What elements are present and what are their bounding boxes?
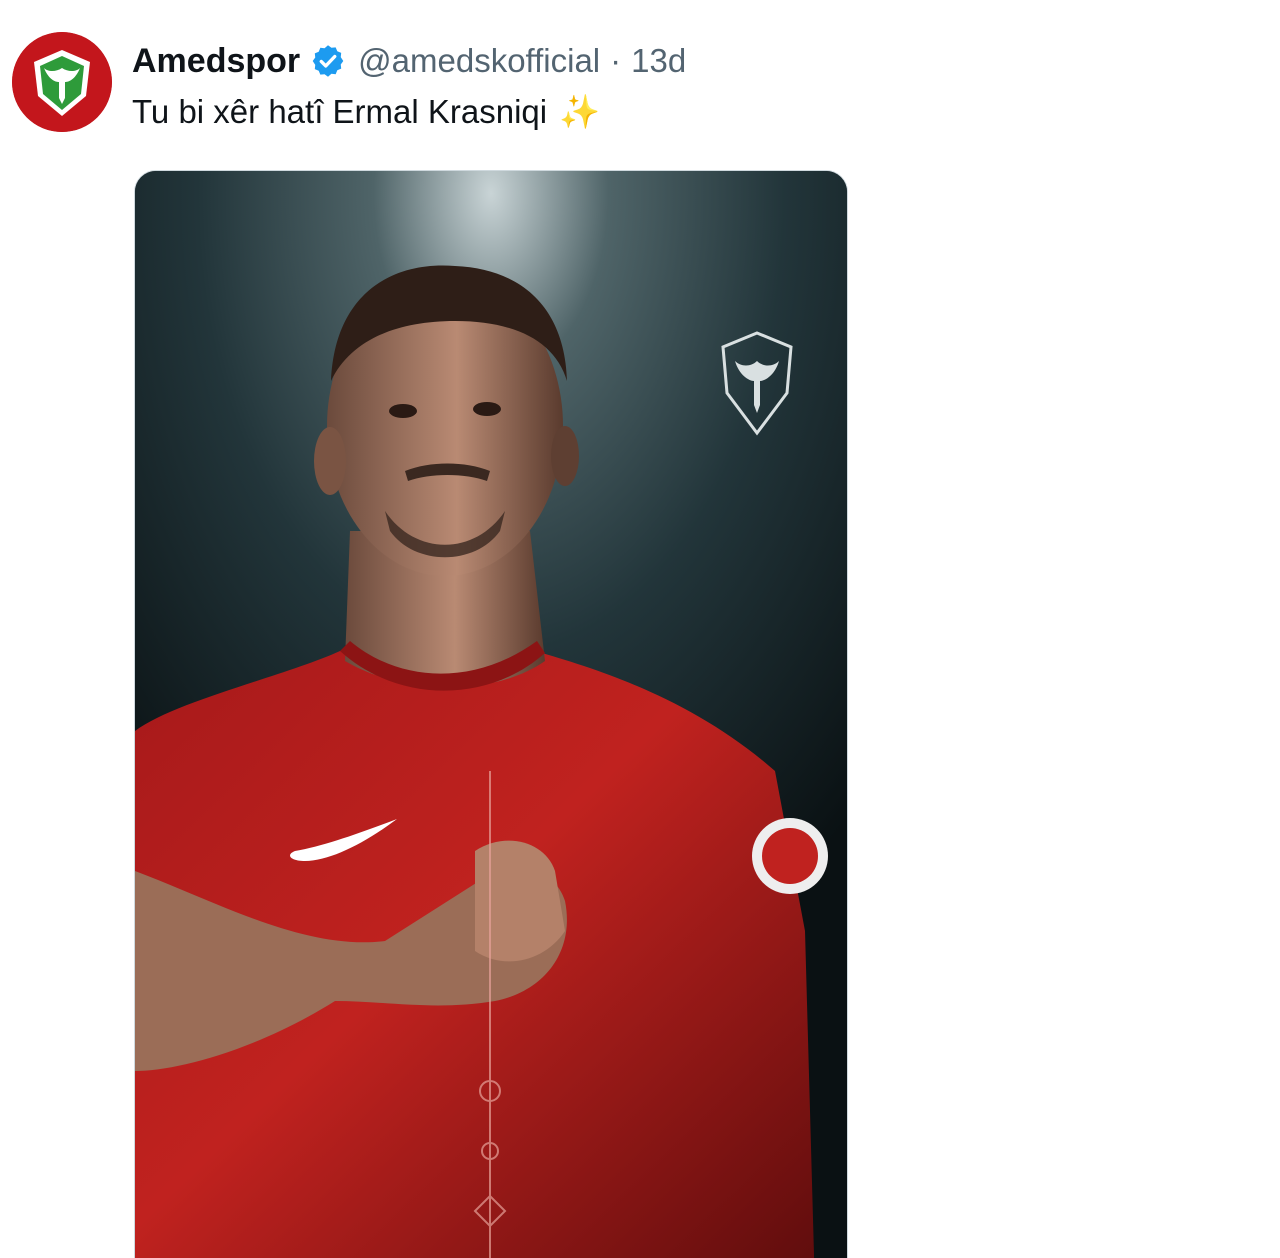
separator-dot: · — [610, 42, 622, 79]
display-name[interactable]: Amedspor — [132, 42, 300, 81]
tweet[interactable]: Amedspor @amedskofficial · 13d Tu bi xêr… — [0, 0, 1280, 1258]
tweet-body: Tu bi xêr hatî Ermal Krasniqi — [132, 93, 548, 130]
tweet-text: Tu bi xêr hatî Ermal Krasniqi ✨ — [132, 92, 600, 132]
timestamp[interactable]: 13d — [631, 42, 686, 80]
avatar[interactable] — [12, 32, 112, 132]
player-photo — [135, 171, 847, 1258]
tweet-header: Amedspor @amedskofficial · 13d — [132, 38, 686, 84]
amedspor-crest-icon — [12, 32, 112, 132]
media-photo[interactable] — [134, 170, 848, 1258]
sparkles-emoji: ✨ — [559, 92, 601, 131]
handle[interactable]: @amedskofficial — [358, 42, 600, 80]
verified-badge-icon — [310, 43, 346, 79]
